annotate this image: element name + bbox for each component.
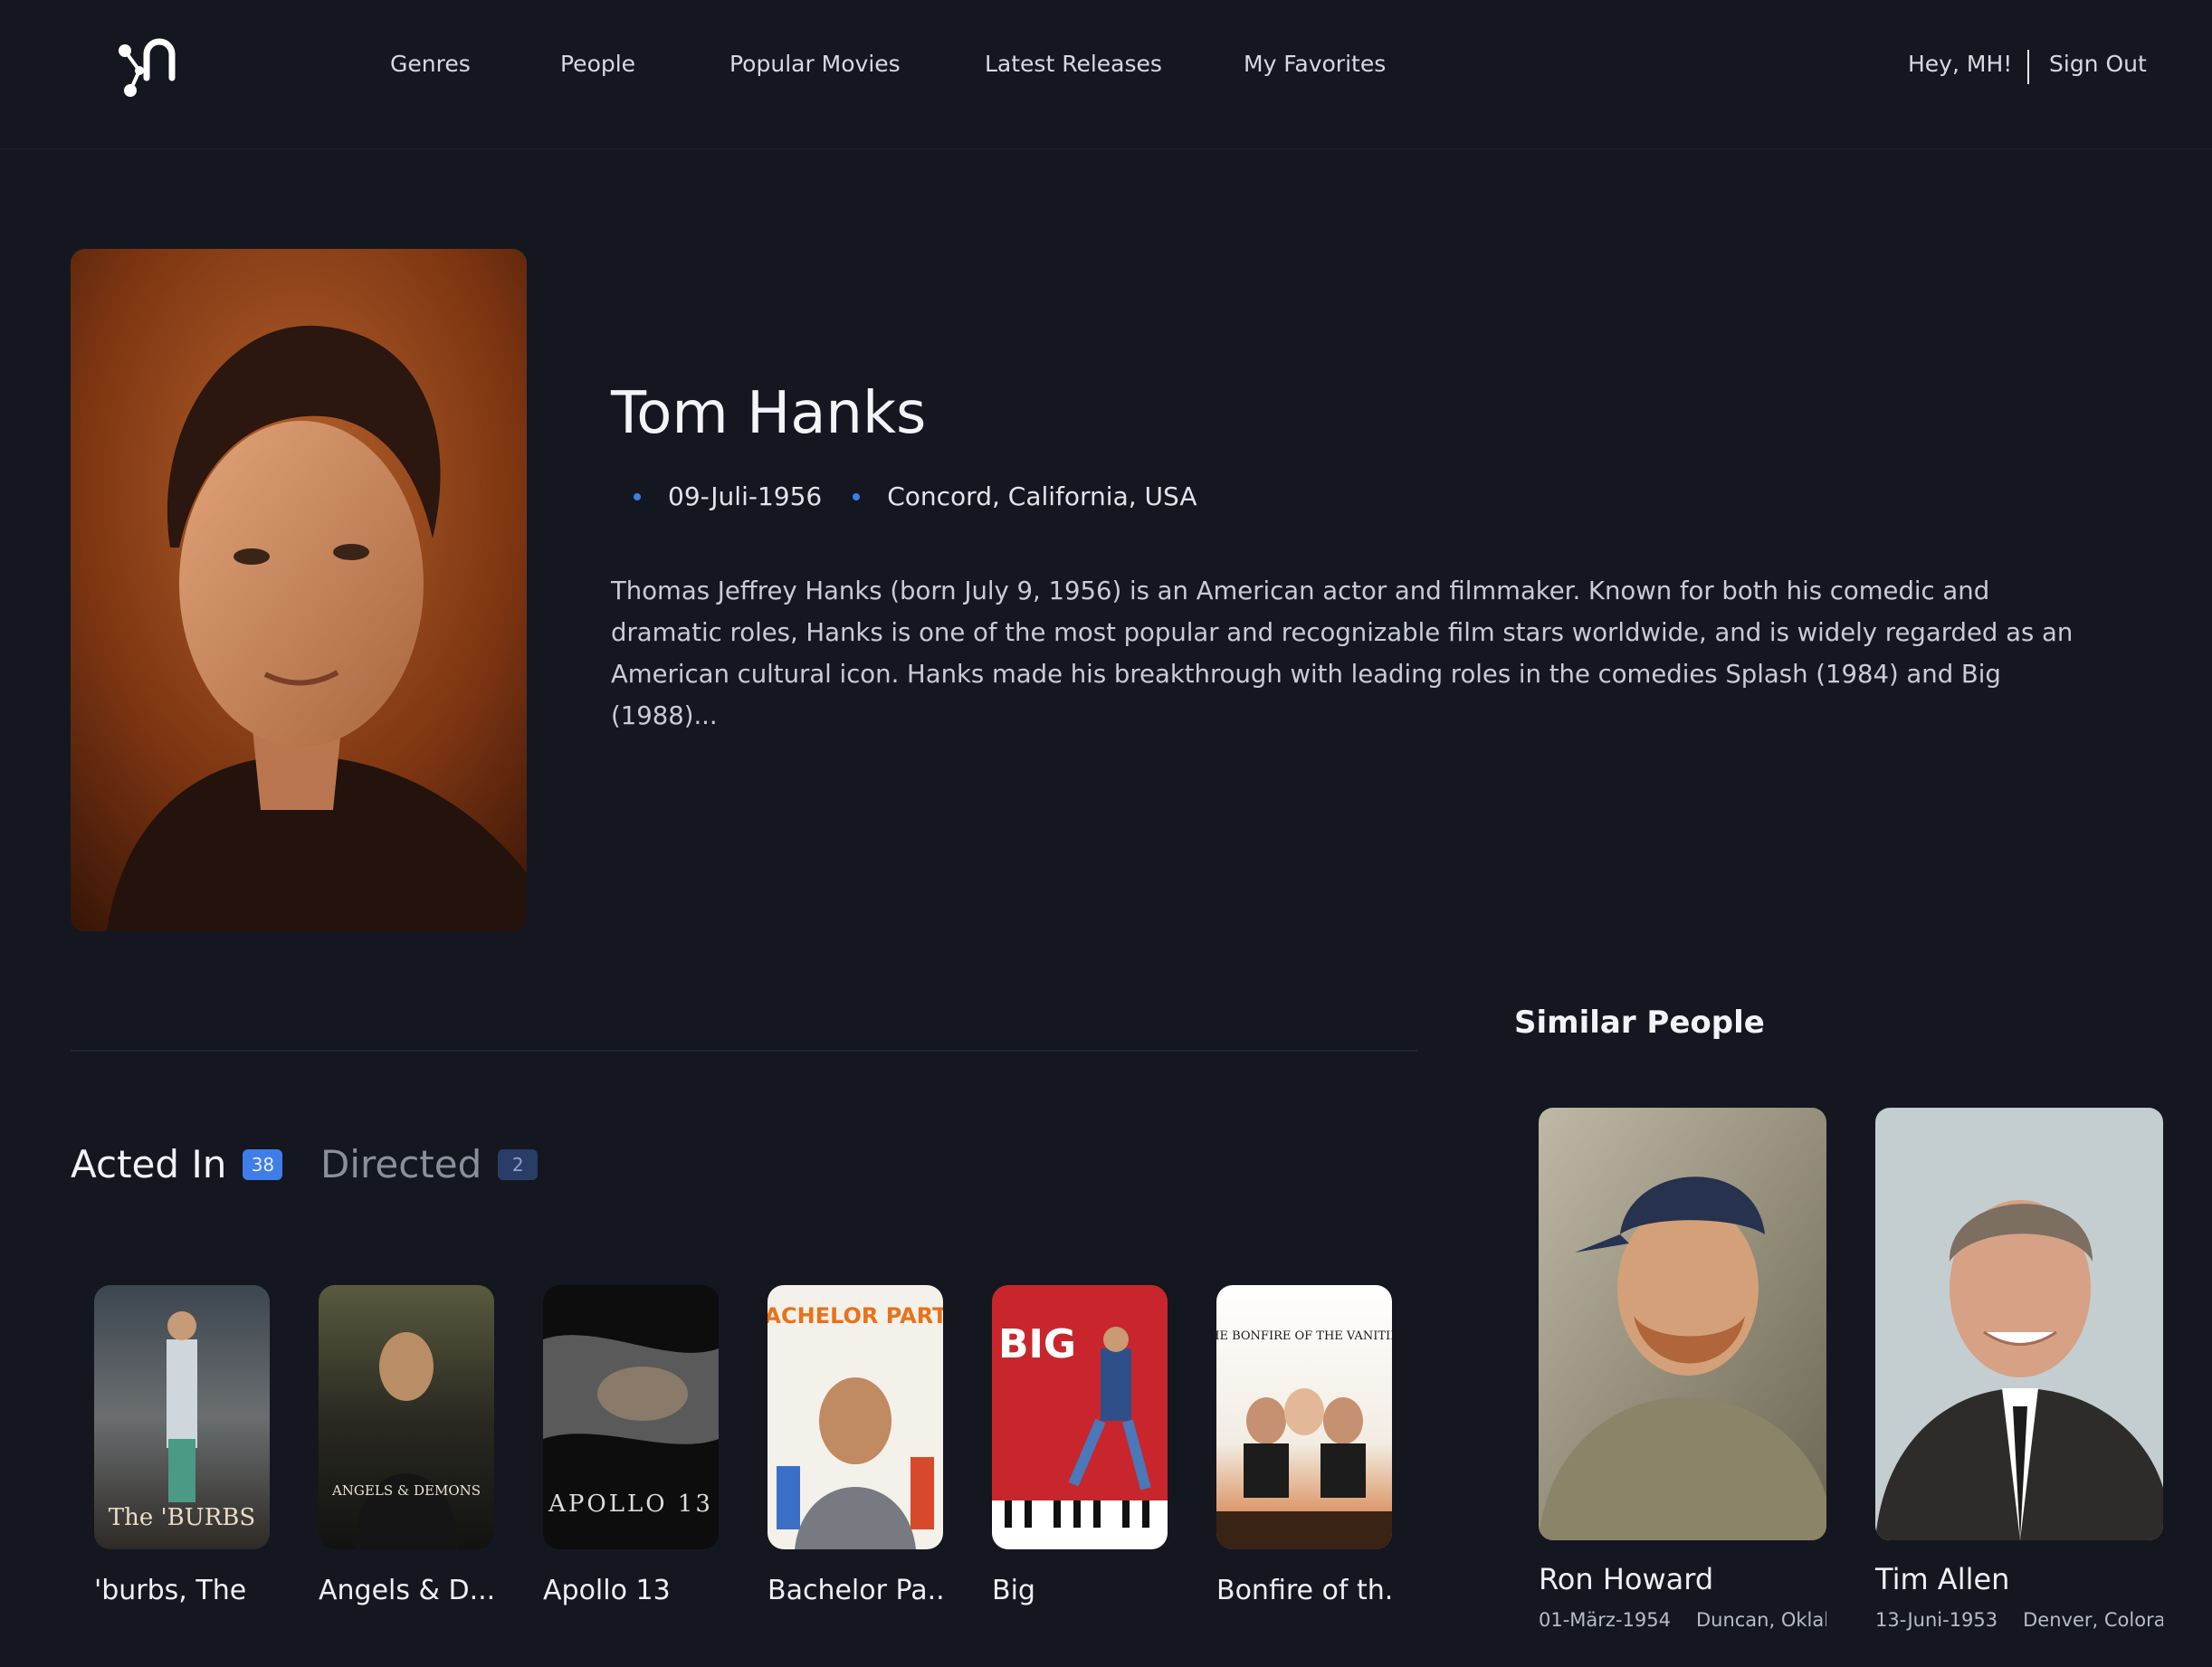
nav-my-favorites[interactable]: My Favorites xyxy=(1244,51,1386,77)
similar-person-card[interactable]: Ron Howard 01-März-1954 Duncan, Oklahoma xyxy=(1539,1108,1826,1631)
count-badge: 2 xyxy=(498,1148,539,1180)
svg-text:ANGELS & DEMONS: ANGELS & DEMONS xyxy=(331,1482,481,1499)
person-photo xyxy=(1539,1108,1826,1540)
person-card-meta: 01-März-1954 Duncan, Oklahoma xyxy=(1539,1609,1826,1631)
person-detail-page: Genres People Popular Movies Latest Rele… xyxy=(0,0,2212,1667)
nav-latest-releases[interactable]: Latest Releases xyxy=(985,51,1162,77)
similar-person-card[interactable]: Tim Allen 13-Juni-1953 Denver, Colorado xyxy=(1875,1108,2163,1631)
movie-title: Big xyxy=(992,1575,1035,1606)
nav-genres[interactable]: Genres xyxy=(390,51,471,77)
nav-people[interactable]: People xyxy=(560,51,635,77)
similar-people-heading: Similar People xyxy=(1514,1005,1765,1041)
app-logo-icon[interactable] xyxy=(112,34,185,100)
movie-poster: THE BONFIRE OF THE VANITIES xyxy=(1216,1285,1392,1549)
person-card-name: Tim Allen xyxy=(1875,1562,2010,1596)
bullet-dot-icon xyxy=(634,492,641,500)
tab-label: Acted In xyxy=(71,1142,227,1186)
person-card-meta: 13-Juni-1953 Denver, Colorado xyxy=(1875,1609,2163,1631)
person-bio: Thomas Jeffrey Hanks (born July 9, 1956)… xyxy=(611,576,2074,730)
person-card-birth-place: Denver, Colorado xyxy=(2023,1609,2163,1631)
movie-card[interactable]: THE BONFIRE OF THE VANITIES Bonfire of t… xyxy=(1216,1285,1392,1606)
header-divider xyxy=(2027,50,2029,84)
movie-card[interactable]: ANGELS & DEMONS Angels & D... xyxy=(319,1285,494,1606)
tab-label: Directed xyxy=(320,1142,482,1186)
movie-poster: APOLLO 13 xyxy=(543,1285,719,1549)
sign-out-link[interactable]: Sign Out xyxy=(2049,51,2147,77)
movie-poster: BIG xyxy=(992,1285,1168,1549)
movie-card[interactable]: BIG Big xyxy=(992,1285,1168,1606)
movie-title: 'burbs, The xyxy=(94,1575,247,1606)
person-photo xyxy=(1875,1108,2163,1540)
person-meta: 09-Juli-1956 Concord, California, USA xyxy=(634,481,1197,511)
movie-title: Bonfire of th... xyxy=(1216,1575,1392,1606)
person-card-name: Ron Howard xyxy=(1539,1562,1714,1596)
movie-card[interactable]: APOLLO 13 Apollo 13 xyxy=(543,1285,719,1606)
movie-title: Apollo 13 xyxy=(543,1575,671,1606)
svg-text:THE BONFIRE OF THE VANITIES: THE BONFIRE OF THE VANITIES xyxy=(1216,1329,1392,1343)
movie-card[interactable]: BACHELOR PARTY Bachelor Pa... xyxy=(768,1285,943,1606)
svg-text:BACHELOR PARTY: BACHELOR PARTY xyxy=(768,1303,943,1329)
count-badge: 38 xyxy=(243,1148,283,1180)
top-navbar: Genres People Popular Movies Latest Rele… xyxy=(0,0,2212,149)
birth-place: Concord, California, USA xyxy=(887,481,1197,511)
svg-text:The 'BURBS: The 'BURBS xyxy=(109,1504,255,1531)
bullet-dot-icon xyxy=(853,492,861,500)
nav-popular-movies[interactable]: Popular Movies xyxy=(729,51,901,77)
user-greeting: Hey, MH! xyxy=(1908,51,2013,77)
movie-poster: ANGELS & DEMONS xyxy=(319,1285,494,1549)
movie-title: Bachelor Pa... xyxy=(768,1575,943,1606)
tab-acted-in[interactable]: Acted In 38 xyxy=(71,1142,283,1186)
svg-text:BIG: BIG xyxy=(998,1321,1076,1367)
profile-photo xyxy=(71,249,527,931)
person-card-birth-date: 01-März-1954 xyxy=(1539,1609,1671,1631)
svg-text:APOLLO 13: APOLLO 13 xyxy=(548,1491,713,1518)
movie-card[interactable]: The 'BURBS 'burbs, The xyxy=(94,1285,270,1606)
person-card-birth-date: 13-Juni-1953 xyxy=(1875,1609,1998,1631)
person-card-birth-place: Duncan, Oklahoma xyxy=(1695,1609,1826,1631)
person-name: Tom Hanks xyxy=(611,380,927,447)
section-divider xyxy=(71,1050,1417,1052)
movie-poster: BACHELOR PARTY xyxy=(768,1285,943,1549)
birth-date: 09-Juli-1956 xyxy=(668,481,823,511)
movie-poster: The 'BURBS xyxy=(94,1285,270,1549)
movie-title: Angels & D... xyxy=(319,1575,494,1606)
tab-directed[interactable]: Directed 2 xyxy=(320,1142,539,1186)
